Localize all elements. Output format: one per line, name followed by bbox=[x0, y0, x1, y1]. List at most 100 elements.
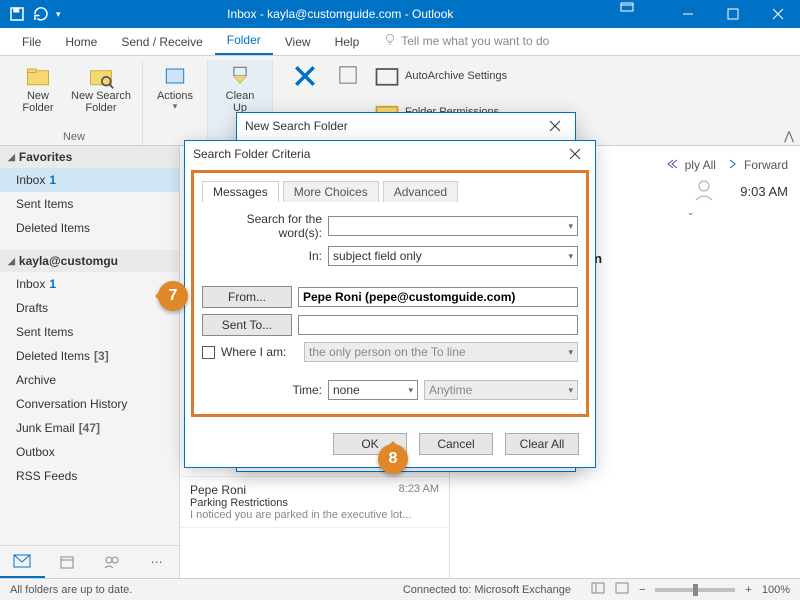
menutab-folder[interactable]: Folder bbox=[215, 27, 273, 55]
tab-more-choices[interactable]: More Choices bbox=[283, 181, 379, 202]
view-reading-icon[interactable] bbox=[615, 582, 629, 597]
sidebar-item-rss[interactable]: RSS Feeds bbox=[0, 464, 179, 488]
sfc-title: Search Folder Criteria bbox=[193, 147, 310, 161]
sfc-cancel-button[interactable]: Cancel bbox=[419, 433, 493, 455]
zoom-label: 100% bbox=[762, 584, 790, 596]
account-header[interactable]: ◢kayla@customgu bbox=[0, 250, 179, 272]
sidebar-fav-deleted[interactable]: Deleted Items bbox=[0, 216, 179, 240]
window-docview-icon[interactable] bbox=[620, 0, 665, 28]
view-normal-icon[interactable] bbox=[591, 582, 605, 597]
reading-time: 9:03 AM bbox=[740, 184, 788, 199]
nav-people-icon[interactable] bbox=[90, 546, 135, 578]
chevron-down-icon: ◢ bbox=[8, 152, 15, 163]
status-center: Connected to: Microsoft Exchange bbox=[403, 584, 571, 596]
new-search-folder-button[interactable]: New Search Folder bbox=[66, 60, 136, 116]
menutab-view[interactable]: View bbox=[273, 29, 323, 55]
chevron-down-icon: ▾ bbox=[568, 347, 573, 358]
sidebar-fav-inbox[interactable]: Inbox1 bbox=[0, 168, 179, 192]
menutab-sendreceive[interactable]: Send / Receive bbox=[109, 29, 214, 55]
new-search-folder-label: New Search Folder bbox=[71, 90, 131, 114]
nav-more-icon[interactable]: ⋯ bbox=[134, 546, 179, 578]
message-item[interactable]: 8:23 AM Pepe Roni Parking Restrictions I… bbox=[180, 477, 449, 528]
chevron-down-icon: ▾ bbox=[568, 251, 573, 262]
sidebar-item-archive[interactable]: Archive bbox=[0, 368, 179, 392]
chevron-down-icon: ▾ bbox=[408, 385, 413, 396]
statusbar: All folders are up to date. Connected to… bbox=[0, 578, 800, 600]
where-i-am-label: Where I am: bbox=[221, 345, 286, 359]
sent-to-input[interactable] bbox=[298, 315, 578, 335]
cleanup-label: Clean Up bbox=[226, 90, 255, 114]
autoarchive-button[interactable]: AutoArchive Settings bbox=[369, 60, 511, 92]
tellme-box[interactable]: Tell me what you want to do bbox=[371, 26, 561, 55]
nav-bar: ⋯ bbox=[0, 545, 179, 578]
save-icon[interactable] bbox=[8, 5, 26, 23]
sent-to-button[interactable]: Sent To... bbox=[202, 314, 292, 336]
sfc-body-highlight: Messages More Choices Advanced Search fo… bbox=[191, 170, 589, 417]
nsf-title: New Search Folder bbox=[245, 119, 348, 133]
menutab-home[interactable]: Home bbox=[53, 29, 109, 55]
time-label: Time: bbox=[202, 383, 322, 397]
anytime-select: Anytime▾ bbox=[424, 380, 578, 400]
nav-mail-icon[interactable] bbox=[0, 546, 45, 578]
sidebar-item-sent[interactable]: Sent Items bbox=[0, 320, 179, 344]
ribbon-group-actions: Actions ▾ bbox=[143, 60, 208, 145]
status-left: All folders are up to date. bbox=[10, 584, 132, 596]
refresh-icon[interactable] bbox=[32, 5, 50, 23]
from-button[interactable]: From... bbox=[202, 286, 292, 308]
nsf-titlebar: New Search Folder bbox=[237, 113, 575, 139]
close-icon[interactable] bbox=[563, 142, 587, 166]
callout-7: 7 bbox=[158, 281, 188, 311]
sfc-clear-all-button[interactable]: Clear All bbox=[505, 433, 579, 455]
avatar-icon bbox=[694, 178, 722, 205]
tellme-label: Tell me what you want to do bbox=[401, 34, 549, 48]
collapse-ribbon-icon[interactable]: ⋀ bbox=[784, 129, 794, 143]
reply-all-button[interactable]: ply All bbox=[667, 158, 716, 172]
window-title: Inbox - kayla@customguide.com - Outlook bbox=[61, 7, 620, 21]
zoom-in-button[interactable]: + bbox=[745, 584, 751, 596]
actions-button[interactable]: Actions ▾ bbox=[149, 60, 201, 114]
chevron-down-icon: ▾ bbox=[568, 385, 573, 396]
folder-sidebar: ◢Favorites Inbox1 Sent Items Deleted Ite… bbox=[0, 146, 180, 578]
chevron-down-icon: ◢ bbox=[8, 256, 15, 267]
tab-messages[interactable]: Messages bbox=[202, 181, 279, 202]
sidebar-item-deleted[interactable]: Deleted Items[3] bbox=[0, 344, 179, 368]
sidebar-item-convhist[interactable]: Conversation History bbox=[0, 392, 179, 416]
chevron-down-icon: ▾ bbox=[568, 221, 573, 232]
chevron-down-icon[interactable]: ⌄ bbox=[687, 207, 695, 218]
bulb-icon bbox=[383, 32, 397, 49]
close-icon[interactable] bbox=[543, 114, 567, 138]
menubar: File Home Send / Receive Folder View Hel… bbox=[0, 28, 800, 56]
time-select[interactable]: none▾ bbox=[328, 380, 418, 400]
in-label: In: bbox=[202, 249, 322, 263]
search-words-input[interactable]: ▾ bbox=[328, 216, 578, 236]
sidebar-item-junk[interactable]: Junk Email[47] bbox=[0, 416, 179, 440]
sidebar-item-outbox[interactable]: Outbox bbox=[0, 440, 179, 464]
menutab-help[interactable]: Help bbox=[323, 29, 372, 55]
search-words-label: Search for the word(s): bbox=[202, 212, 322, 240]
nav-calendar-icon[interactable] bbox=[45, 546, 90, 578]
from-input[interactable] bbox=[298, 287, 578, 307]
where-i-am-select: the only person on the To line▾ bbox=[304, 342, 578, 362]
new-folder-button[interactable]: New Folder bbox=[12, 60, 64, 116]
forward-button[interactable]: Forward bbox=[726, 158, 788, 172]
favorites-header[interactable]: ◢Favorites bbox=[0, 146, 179, 168]
zoom-slider[interactable] bbox=[655, 588, 735, 592]
close-button[interactable] bbox=[755, 0, 800, 28]
ribbon-unknown-2[interactable] bbox=[333, 60, 363, 90]
menutab-file[interactable]: File bbox=[10, 29, 53, 55]
in-select[interactable]: subject field only▾ bbox=[328, 246, 578, 266]
ribbon-group-new-label: New bbox=[63, 129, 85, 145]
search-folder-criteria-dialog: Search Folder Criteria Messages More Cho… bbox=[184, 140, 596, 468]
sfc-titlebar: Search Folder Criteria bbox=[185, 141, 595, 167]
where-i-am-checkbox[interactable] bbox=[202, 346, 215, 359]
minimize-button[interactable] bbox=[665, 0, 710, 28]
chevron-down-icon: ▾ bbox=[173, 102, 178, 112]
sfc-tabs: Messages More Choices Advanced bbox=[202, 181, 578, 202]
ribbon-group-new: New Folder New Search Folder New bbox=[6, 60, 143, 145]
maximize-button[interactable] bbox=[710, 0, 755, 28]
sidebar-fav-sent[interactable]: Sent Items bbox=[0, 192, 179, 216]
callout-8: 8 bbox=[378, 444, 408, 474]
new-folder-label: New Folder bbox=[22, 90, 53, 114]
zoom-out-button[interactable]: − bbox=[639, 584, 645, 596]
tab-advanced[interactable]: Advanced bbox=[383, 181, 458, 202]
